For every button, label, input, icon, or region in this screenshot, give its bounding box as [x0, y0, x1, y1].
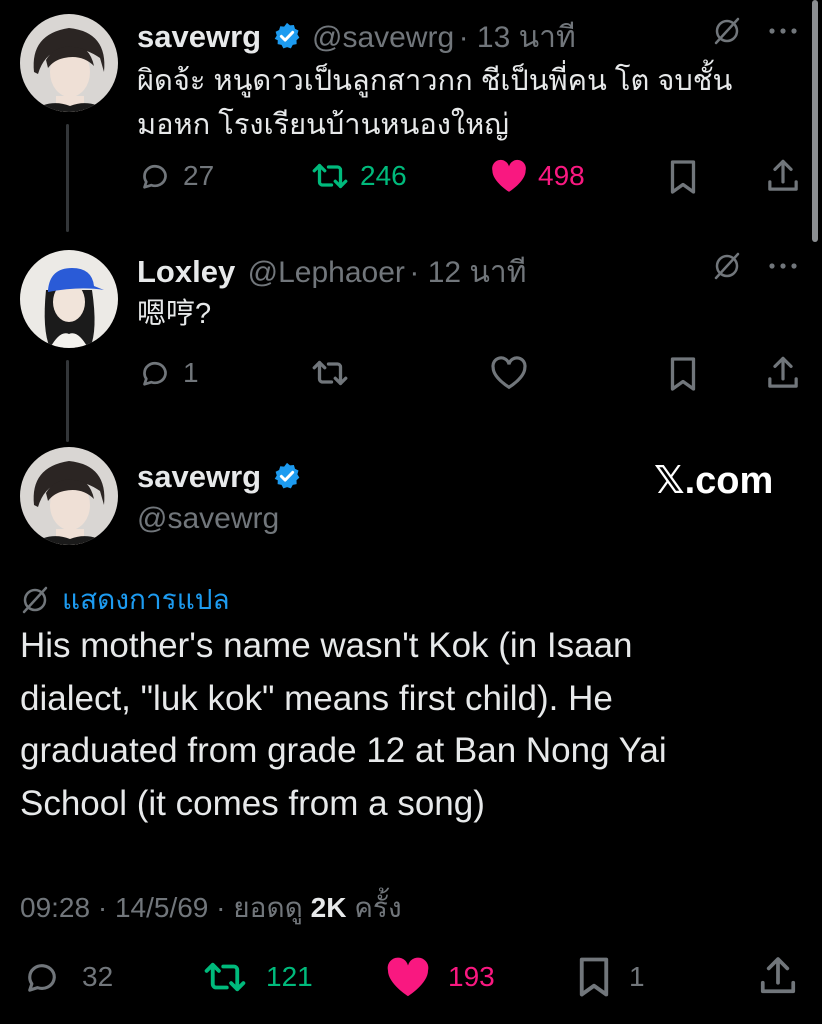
post-text: ผิดจ้ะ หนูดาวเป็นลูกสาวกก ชีเป็นพี่คน โต…	[137, 65, 733, 141]
post-time[interactable]: · 13 นาที	[459, 21, 576, 54]
thread-line	[66, 360, 69, 442]
like-button[interactable]: 193	[384, 956, 495, 998]
like-count: 193	[448, 961, 495, 992]
view-count: 2K	[310, 892, 347, 923]
bookmark-icon	[667, 356, 699, 392]
watermark: 𝕏.com	[654, 460, 774, 502]
post-text: 嗯哼?	[137, 298, 212, 330]
like-button[interactable]	[490, 355, 528, 391]
repost-button[interactable]: 246	[310, 158, 407, 194]
more-options-icon[interactable]	[766, 16, 800, 51]
repost-icon	[310, 355, 350, 391]
author-name[interactable]: Loxley	[137, 254, 235, 289]
repost-button[interactable]	[310, 355, 350, 391]
reply-count: 1	[183, 357, 199, 388]
share-icon	[757, 954, 799, 998]
views-label: ครั้ง	[346, 892, 402, 923]
reply-count: 32	[82, 961, 114, 992]
avatar[interactable]	[20, 447, 118, 545]
share-button[interactable]	[757, 954, 799, 998]
translate-icon	[22, 586, 48, 614]
author-handle[interactable]: @savewrg	[312, 21, 454, 54]
bookmark-icon	[667, 159, 699, 195]
avatar[interactable]	[20, 14, 118, 112]
author-name[interactable]: savewrg	[137, 459, 261, 494]
post-timestamp[interactable]: 09:28 · 14/5/69 · ยอดดู	[20, 892, 311, 923]
reply-button[interactable]: 1	[137, 355, 199, 391]
post-time[interactable]: · 12 นาที	[409, 256, 526, 289]
share-icon	[765, 354, 801, 392]
verified-badge-icon	[274, 22, 299, 49]
thread-line	[66, 124, 69, 232]
bookmark-button[interactable]	[667, 356, 699, 392]
heart-icon	[490, 355, 528, 391]
author-name[interactable]: savewrg	[137, 19, 261, 54]
bookmark-button[interactable]: 1	[575, 956, 645, 998]
share-icon	[765, 157, 801, 195]
author-handle[interactable]: @Lephaoer	[248, 256, 405, 289]
bookmark-count: 1	[629, 961, 645, 992]
scrollbar[interactable]	[812, 0, 818, 242]
repost-count: 246	[360, 160, 407, 191]
translate-label: แสดงการแปล	[62, 584, 230, 615]
more-options-icon[interactable]	[766, 251, 800, 286]
share-button[interactable]	[765, 354, 801, 392]
avatar[interactable]	[20, 250, 118, 348]
share-button[interactable]	[765, 157, 801, 195]
bookmark-button[interactable]	[667, 159, 699, 195]
author-handle[interactable]: @savewrg	[137, 502, 279, 536]
post-text: His mother's name wasn't Kok (in Isaan d…	[20, 626, 667, 823]
verified-badge-icon	[274, 462, 299, 489]
post-meta: 09:28 · 14/5/69 · ยอดดู 2K ครั้ง	[20, 886, 402, 930]
like-button[interactable]: 498	[490, 158, 585, 194]
grok-icon[interactable]	[712, 251, 742, 286]
like-count: 498	[538, 160, 585, 191]
repost-button[interactable]: 121	[200, 956, 313, 998]
reply-count: 27	[183, 160, 215, 191]
translate-link[interactable]: แสดงการแปล	[20, 578, 230, 622]
reply-button[interactable]: 32	[20, 956, 113, 998]
grok-icon[interactable]	[712, 16, 742, 51]
repost-count: 121	[266, 961, 313, 992]
reply-button[interactable]: 27	[137, 158, 214, 194]
